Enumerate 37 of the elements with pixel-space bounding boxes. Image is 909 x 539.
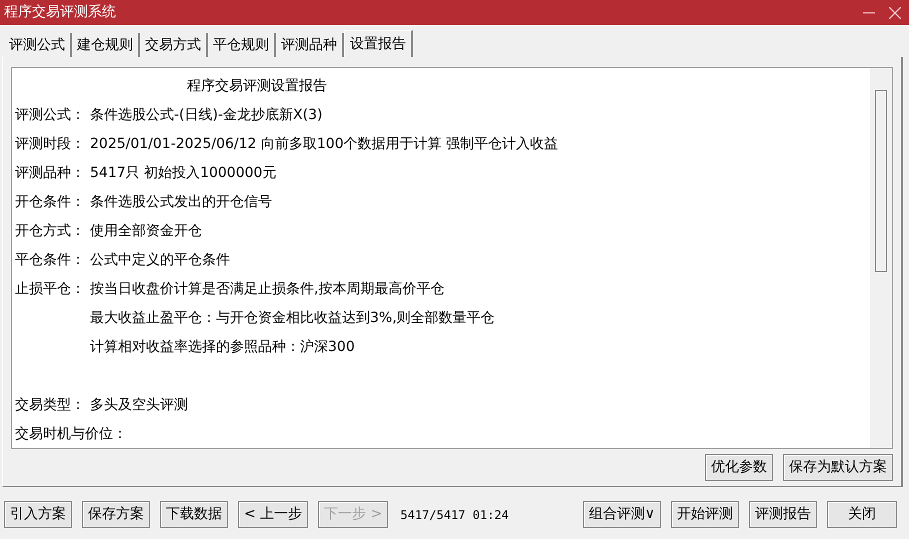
minimize-icon[interactable] (863, 12, 875, 14)
report-title: 程序交易评测设置报告 (186, 77, 328, 96)
status-text: 5417/5417 01:24 (400, 506, 509, 524)
field-label: 评测公式： (15, 106, 85, 125)
field-value: 2025/01/01-2025/06/12 向前多取100个数据用于计算 强制平仓计入收益 (90, 135, 558, 154)
field-value: 多头及空头评测 (90, 396, 188, 415)
button[interactable]: 下载数据 (160, 501, 228, 528)
field-value: 5417只 初始投入1000000元 (90, 164, 276, 183)
field-value: 条件选股公式-(日线)-金龙抄底新X(3) (90, 106, 322, 125)
field-label: 交易时机与价位： (15, 425, 127, 444)
button[interactable]: 关闭 (827, 501, 897, 528)
scrollbar[interactable] (870, 68, 892, 448)
window-title: 程序交易评测系统 (4, 3, 116, 22)
field-label: 评测品种： (15, 164, 85, 183)
button[interactable]: 评测报告 (749, 501, 817, 528)
button[interactable]: 保存方案 (82, 501, 150, 528)
field-label: 开仓条件： (15, 193, 85, 212)
button[interactable]: 优化参数 (705, 454, 773, 481)
field-label: 平仓条件： (15, 251, 85, 270)
scrollbar-thumb[interactable] (875, 90, 887, 272)
button[interactable]: 保存为默认方案 (783, 454, 893, 481)
field-value: 公式中定义的平仓条件 (90, 251, 230, 270)
button[interactable]: 组合评测∨ (582, 501, 661, 528)
button[interactable]: 开始评测 (671, 501, 739, 528)
field-label: 评测时段： (15, 135, 85, 154)
field-value: 计算相对收益率选择的参照品种：沪深300 (90, 338, 355, 357)
field-value: 最大收益止盈平仓：与开仓资金相比收益达到3%,则全部数量平仓 (90, 309, 495, 328)
field-value: 条件选股公式发出的开仓信号 (90, 193, 272, 212)
field-value: 按当日收盘价计算是否满足止损条件,按本周期最高价平仓 (90, 280, 444, 299)
field-label: 止损平仓： (15, 280, 85, 299)
button[interactable]: < 上一步 (238, 501, 308, 528)
field-value: 使用全部资金开仓 (90, 222, 202, 241)
close-icon[interactable] (889, 6, 901, 18)
button[interactable]: 引入方案 (4, 501, 72, 528)
field-label: 交易类型： (15, 396, 85, 415)
tab[interactable]: 设置报告 (344, 30, 413, 57)
field-label: 开仓方式： (15, 222, 85, 241)
